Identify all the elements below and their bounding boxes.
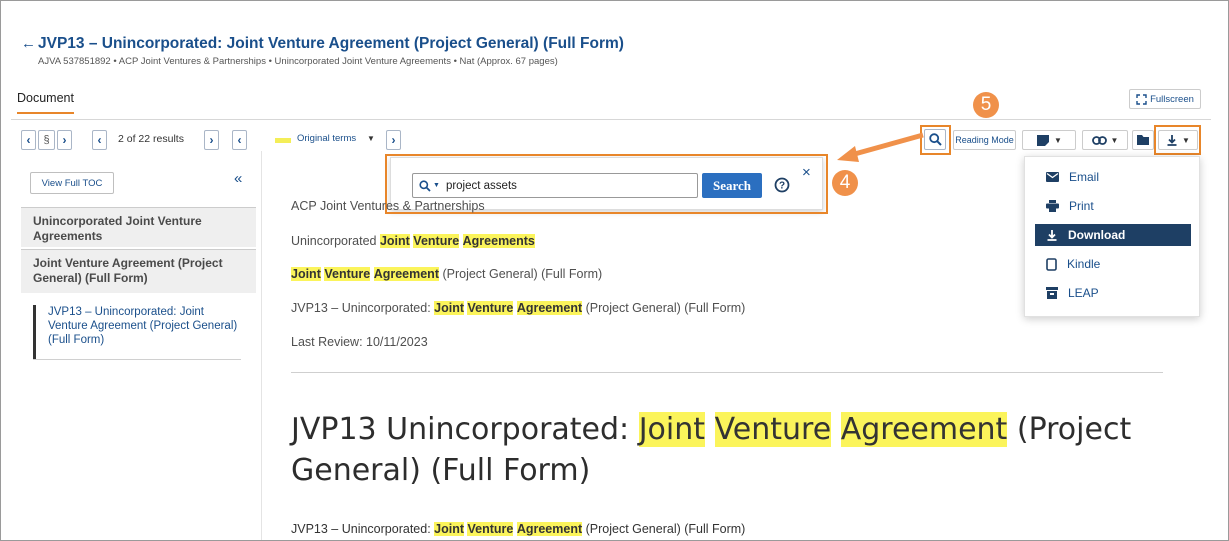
menu-item-download[interactable]: Download xyxy=(1035,224,1191,246)
text-segment: Unincorporated xyxy=(291,234,380,248)
view-full-toc-button[interactable]: View Full TOC xyxy=(30,172,114,194)
kindle-icon xyxy=(1046,257,1057,271)
search-hit: Joint xyxy=(434,522,464,536)
text-segment: (Project General) (Full Form) xyxy=(438,267,603,281)
search-hit: Venture xyxy=(714,412,832,447)
chevron-down-icon: ▼ xyxy=(1110,135,1119,145)
section-icon[interactable]: § xyxy=(38,130,55,150)
reading-mode-button[interactable]: Reading Mode xyxy=(953,130,1016,150)
toc-current-item[interactable]: JVP13 – Unincorporated: Joint Venture Ag… xyxy=(33,305,241,359)
term-select[interactable]: Original terms xyxy=(297,133,356,144)
doc-line-subcategory: Joint Venture Agreement (Project General… xyxy=(291,267,602,281)
results-count: 2 of 22 results xyxy=(118,133,184,145)
search-hit: Venture xyxy=(467,301,514,315)
step-badge-4: 4 xyxy=(832,170,858,196)
sidebar-divider xyxy=(261,151,262,540)
download-menu: Email Print Download Kindle LEAP xyxy=(1024,156,1200,317)
menu-item-email[interactable]: Email xyxy=(1035,166,1191,188)
text-segment: (Project General) (Full Form) xyxy=(582,301,746,315)
menu-item-print[interactable]: Print xyxy=(1035,195,1191,217)
document-heading: JVP13 Unincorporated: Joint Venture Agre… xyxy=(291,409,1151,491)
notes-dropdown[interactable]: ▼ xyxy=(1022,130,1076,150)
note-icon xyxy=(1037,134,1050,146)
doc-line-publisher: ACP Joint Ventures & Partnerships xyxy=(291,199,485,213)
annotation-arrow xyxy=(837,132,924,162)
back-arrow-icon[interactable]: ← xyxy=(21,35,36,52)
chevron-down-icon[interactable]: ▼ xyxy=(367,134,375,143)
text-segment: JVP13 – Unincorporated: xyxy=(291,522,435,536)
breadcrumb: AJVA 537851892 • ACP Joint Ventures & Pa… xyxy=(38,56,558,67)
menu-item-label: Kindle xyxy=(1067,257,1101,271)
search-hit: Venture xyxy=(467,522,514,536)
link-dropdown[interactable]: ▼ xyxy=(1082,130,1128,150)
page-title: JVP13 – Unincorporated: Joint Venture Ag… xyxy=(38,35,624,52)
menu-item-kindle[interactable]: Kindle xyxy=(1035,253,1191,275)
next-section-button[interactable]: › xyxy=(57,130,72,150)
menu-item-leap[interactable]: LEAP xyxy=(1035,282,1191,304)
toc-divider xyxy=(33,359,241,360)
leap-icon xyxy=(1046,287,1058,299)
chevron-down-icon: ▼ xyxy=(1054,135,1062,145)
fullscreen-icon xyxy=(1136,93,1147,105)
download-icon xyxy=(1047,230,1057,241)
highlight-download-button xyxy=(1154,125,1201,155)
fullscreen-button[interactable]: Fullscreen xyxy=(1129,89,1201,109)
next-result-button[interactable]: › xyxy=(204,130,219,150)
content-divider xyxy=(291,372,1163,373)
prev-term-button[interactable]: ‹ xyxy=(232,130,247,150)
collapse-sidebar-icon[interactable]: « xyxy=(234,170,242,187)
text-segment: JVP13 – Unincorporated: xyxy=(291,301,435,315)
search-hit: Agreements xyxy=(462,234,535,248)
text-segment: (Project General) (Full Form) xyxy=(582,522,746,536)
term-color-swatch xyxy=(275,138,291,143)
search-hit: Agreement xyxy=(516,522,583,536)
folder-icon xyxy=(1137,135,1149,145)
menu-item-label: Print xyxy=(1069,199,1094,213)
prev-section-button[interactable]: ‹ xyxy=(21,130,36,150)
next-term-button[interactable]: › xyxy=(386,130,401,150)
search-hit: Joint xyxy=(434,301,464,315)
step-badge-5: 5 xyxy=(973,92,999,118)
search-hit: Agreement xyxy=(516,301,583,315)
doc-body-line: JVP13 – Unincorporated: Joint Venture Ag… xyxy=(291,522,745,536)
search-hit: Joint xyxy=(379,234,410,248)
search-hit: Agreement xyxy=(373,267,439,281)
menu-item-label: Email xyxy=(1069,170,1100,184)
app-window: ← JVP13 – Unincorporated: Joint Venture … xyxy=(0,0,1229,541)
fullscreen-label: Fullscreen xyxy=(1150,93,1194,105)
menu-item-label: LEAP xyxy=(1068,286,1099,300)
prev-result-button[interactable]: ‹ xyxy=(92,130,107,150)
text-segment: JVP13 Unincorporated: xyxy=(291,412,639,447)
toc-section-unincorporated[interactable]: Unincorporated Joint Venture Agreements xyxy=(21,207,256,247)
tab-bar: Document xyxy=(11,91,1211,120)
search-hit: Joint xyxy=(291,267,321,281)
toc-section-jva[interactable]: Joint Venture Agreement (Project General… xyxy=(21,249,256,293)
search-hit: Venture xyxy=(413,234,460,248)
doc-line-title: JVP13 – Unincorporated: Joint Venture Ag… xyxy=(291,301,745,315)
doc-line-category: Unincorporated Joint Venture Agreements xyxy=(291,234,535,248)
tab-document[interactable]: Document xyxy=(17,91,74,114)
print-icon xyxy=(1046,200,1059,212)
search-hit: Joint xyxy=(638,412,706,447)
last-review-date: Last Review: 10/11/2023 xyxy=(291,335,428,349)
search-hit: Venture xyxy=(324,267,371,281)
search-hit: Agreement xyxy=(840,412,1008,447)
link-icon xyxy=(1091,135,1107,145)
email-icon xyxy=(1046,172,1059,182)
folder-button[interactable] xyxy=(1132,130,1154,150)
menu-item-label: Download xyxy=(1068,228,1126,242)
